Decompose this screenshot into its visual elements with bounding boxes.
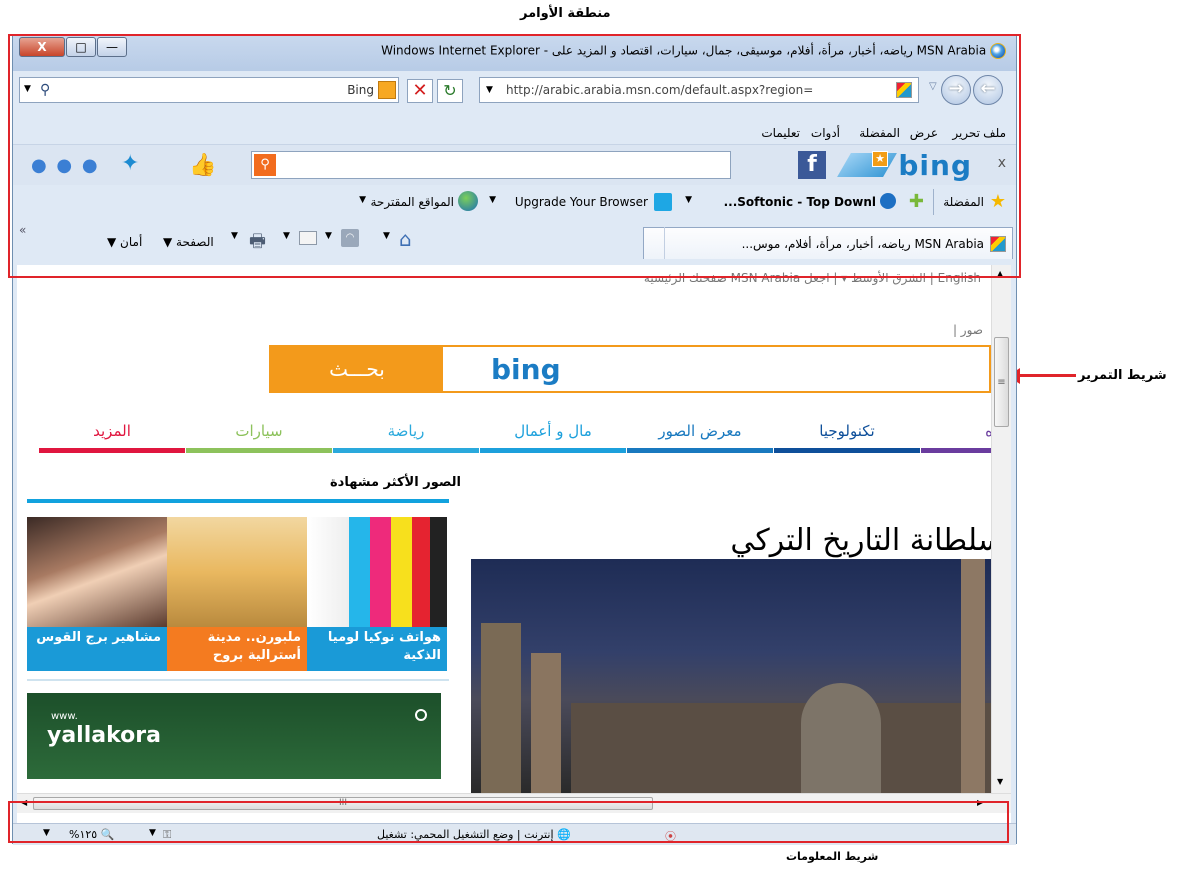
headline[interactable]: سلطانة التاريخ التركي — [730, 523, 1003, 558]
nav-gallery[interactable]: معرض الصور — [627, 417, 773, 453]
photo-building — [481, 623, 521, 793]
yallakora-ad[interactable]: www. yallakora — [27, 693, 441, 779]
images-link[interactable]: صور | — [953, 323, 983, 337]
ad-ring-icon — [415, 709, 427, 721]
tile-image — [27, 517, 167, 627]
ad-logo-text: yallakora — [47, 723, 161, 748]
headline-photo[interactable] — [471, 559, 991, 793]
bing-search-box[interactable]: بحـــث bing — [269, 345, 991, 393]
infobar-label: شريط المعلومات — [786, 850, 879, 863]
tile-caption: هواتف نوكيا لوميا الذكية — [307, 627, 447, 671]
nav-partial[interactable]: ه — [921, 417, 993, 453]
category-nav: المزيد سيارات رياضة مال و أعمال معرض الص… — [39, 417, 993, 453]
photo-building — [531, 653, 561, 793]
nav-cars[interactable]: سيارات — [186, 417, 332, 453]
nav-business[interactable]: مال و أعمال — [480, 417, 626, 453]
command-area-label: منطقة الأوامر — [520, 6, 611, 21]
tiles-divider — [27, 679, 449, 681]
photo-tile[interactable]: ملبورن.. مدينة أسترالية بروح — [167, 517, 307, 675]
scrollbar-label: شريط التمرير — [1078, 368, 1167, 383]
nav-more[interactable]: المزيد — [39, 417, 185, 453]
nav-technology[interactable]: تكنولوجيا — [774, 417, 920, 453]
tile-caption: مشاهير برج القوس — [27, 627, 167, 671]
scrollbar-arrow-line — [1016, 374, 1076, 377]
nav-sports[interactable]: رياضة — [333, 417, 479, 453]
photo-city — [571, 703, 991, 793]
ad-www-text: www. — [51, 711, 78, 722]
tile-image — [167, 517, 307, 627]
photo-tile[interactable]: مشاهير برج القوس — [27, 517, 167, 675]
photo-tile[interactable]: هواتف نوكيا لوميا الذكية — [307, 517, 447, 675]
popular-photos-title: الصور الأكثر مشهادة — [329, 475, 461, 490]
photo-tower — [961, 559, 985, 793]
tile-caption: ملبورن.. مدينة أسترالية بروح — [167, 627, 307, 671]
vertical-scroll-thumb[interactable]: ≡ — [994, 337, 1009, 427]
photo-mosque — [801, 683, 881, 793]
bing-search-logo: bing — [491, 353, 561, 386]
bing-search-button[interactable]: بحـــث — [271, 347, 443, 391]
infobar-outline — [8, 801, 1009, 843]
tile-image — [307, 517, 447, 627]
scroll-down-icon[interactable]: ▼ — [997, 777, 1003, 786]
command-area-outline — [8, 34, 1021, 278]
vertical-scrollbar[interactable]: ▲ ≡ ▼ — [991, 265, 1011, 793]
popular-title-rule — [27, 499, 449, 503]
page-viewport: English | الشرق الأوسط ▾ | اجعل MSN Arab… — [17, 265, 1011, 823]
